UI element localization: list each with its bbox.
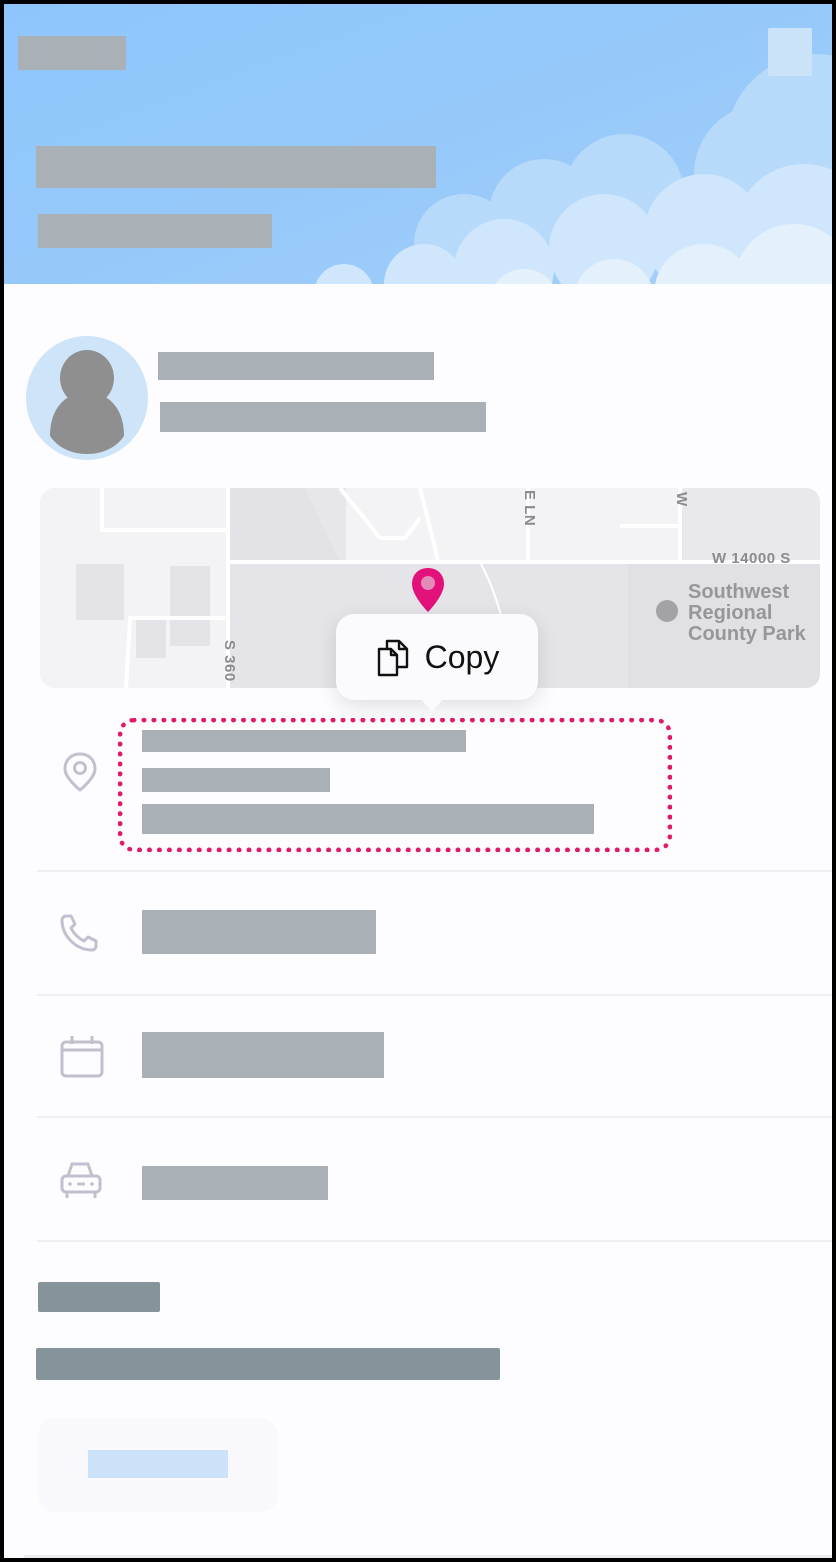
vehicle-value [142, 1166, 328, 1200]
map-street-label: W [673, 492, 690, 507]
map-street-label: W 14000 S [712, 550, 791, 567]
map-street-label: E LN [521, 490, 538, 527]
divider [37, 870, 832, 872]
frame-edge [832, 730, 836, 1562]
address-line [142, 768, 330, 792]
park-label-line: County Park [688, 623, 806, 645]
calendar-icon [60, 1036, 104, 1078]
section-heading [38, 1282, 160, 1312]
divider [37, 994, 832, 996]
profile-name [158, 352, 434, 380]
person-icon [50, 350, 124, 454]
divider [24, 1555, 832, 1558]
phone-icon[interactable] [56, 908, 104, 956]
copy-icon [377, 639, 408, 677]
contact-detail-screen: S 360 E LN W W 14000 S Southwest Regiona… [4, 4, 832, 1558]
date-value [142, 1032, 384, 1078]
avatar [26, 336, 148, 460]
close-button[interactable] [768, 28, 812, 76]
profile-secondary [160, 402, 486, 432]
frame-edge [832, 0, 836, 470]
park-icon [656, 600, 678, 622]
action-button[interactable] [38, 1418, 278, 1512]
car-icon [60, 1162, 102, 1198]
header-subtitle [38, 214, 272, 248]
park-label-line: Southwest [688, 581, 790, 603]
map-park-label: Southwest Regional County Park [688, 582, 806, 645]
copy-label: Copy [424, 638, 500, 675]
address-line [142, 804, 594, 834]
header-banner [4, 4, 832, 284]
park-label-line: Regional [688, 602, 773, 624]
copy-button[interactable]: Copy [336, 614, 538, 700]
map-street-label: S 360 [221, 640, 238, 682]
divider [37, 1240, 832, 1242]
section-body [36, 1348, 500, 1380]
divider [37, 1116, 832, 1118]
address-line [142, 730, 466, 752]
popover-arrow [420, 698, 444, 712]
header-top-label [18, 36, 126, 70]
location-pin-icon [63, 752, 97, 792]
header-title [36, 146, 436, 188]
action-button-label [88, 1450, 228, 1478]
map-pin-icon[interactable] [410, 566, 446, 614]
phone-value[interactable] [142, 910, 376, 954]
